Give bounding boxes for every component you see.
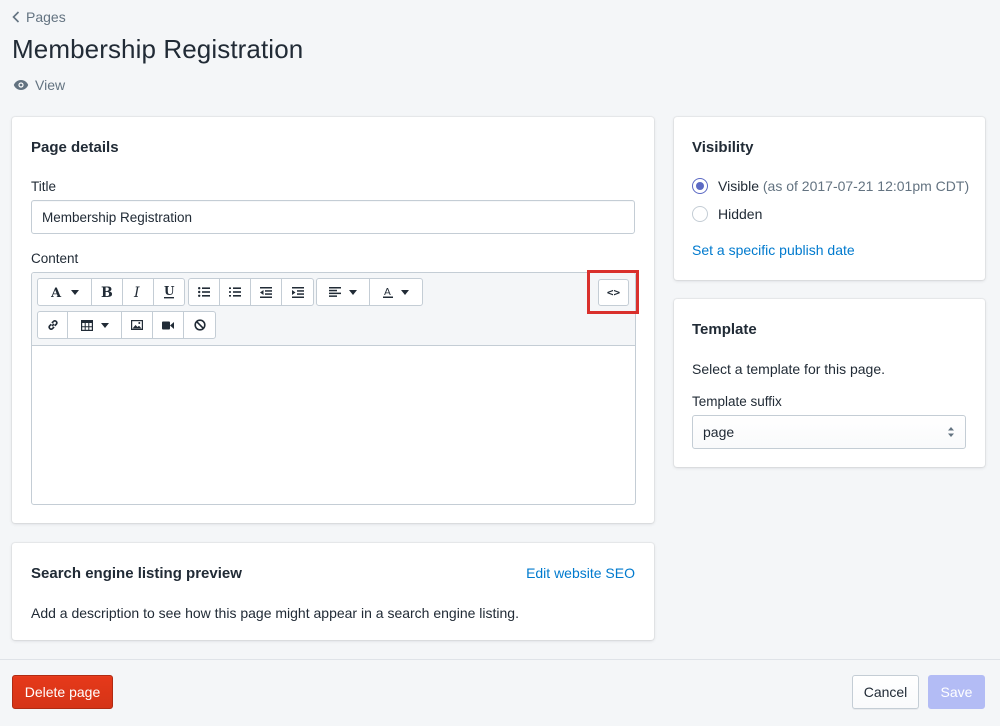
edit-seo-link[interactable]: Edit website SEO <box>526 565 635 581</box>
video-icon <box>162 321 174 329</box>
bold-button[interactable]: B <box>92 279 123 305</box>
link-icon <box>47 320 58 330</box>
bold-icon: B <box>101 285 113 299</box>
template-suffix-value: page <box>703 424 735 440</box>
italic-icon: I <box>133 285 140 299</box>
clear-format-icon <box>193 319 206 331</box>
outdent-button[interactable] <box>251 279 282 305</box>
toolbar-group-format: A B I U <box>37 278 185 306</box>
visibility-heading: Visibility <box>692 139 754 156</box>
code-icon: <> <box>606 286 621 299</box>
italic-button[interactable]: I <box>123 279 154 305</box>
table-icon <box>80 319 93 331</box>
svg-text:U: U <box>164 285 175 298</box>
select-arrows-icon <box>948 427 954 437</box>
visible-radio-option[interactable]: Visible (as of 2017-07-21 12:01pm CDT) <box>692 178 969 194</box>
image-button[interactable] <box>122 312 153 338</box>
view-link[interactable]: View <box>13 77 65 93</box>
svg-text:A: A <box>384 287 391 298</box>
visible-label: Visible <box>718 178 759 194</box>
numbered-list-button[interactable] <box>220 279 251 305</box>
cancel-button[interactable]: Cancel <box>852 675 919 709</box>
view-label: View <box>35 77 66 93</box>
svg-text:I: I <box>133 285 140 299</box>
seo-card: Search engine listing preview Edit websi… <box>12 543 654 640</box>
underline-button[interactable]: U <box>154 279 184 305</box>
hidden-radio-option[interactable]: Hidden <box>692 206 762 222</box>
text-color-icon: A <box>383 287 393 298</box>
toolbar-group-lists <box>188 278 314 306</box>
rich-text-editor: A B I U A <box>31 272 636 505</box>
content-label: Content <box>31 251 79 266</box>
bulleted-list-button[interactable] <box>189 279 220 305</box>
underline-icon: U <box>164 285 175 299</box>
page-details-heading: Page details <box>31 139 119 156</box>
save-button[interactable]: Save <box>928 675 985 709</box>
toolbar-group-align: A <box>316 278 423 306</box>
align-icon <box>329 287 341 297</box>
font-style-button[interactable]: A <box>38 279 92 305</box>
title-input[interactable] <box>31 200 635 234</box>
visible-note: (as of 2017-07-21 12:01pm CDT) <box>762 178 970 194</box>
title-label: Title <box>31 179 57 194</box>
image-icon <box>131 320 143 330</box>
svg-text:A: A <box>51 286 62 298</box>
visible-radio[interactable] <box>692 178 708 194</box>
outdent-icon <box>260 286 272 298</box>
editor-toolbar: A B I U A <box>32 273 635 346</box>
video-button[interactable] <box>153 312 184 338</box>
breadcrumb-pages[interactable]: Pages <box>12 9 66 25</box>
table-button[interactable] <box>68 312 122 338</box>
toolbar-group-insert <box>37 311 216 339</box>
visibility-card: Visibility Visible (as of 2017-07-21 12:… <box>674 117 985 280</box>
hidden-label: Hidden <box>718 206 763 222</box>
html-toggle-button[interactable]: <> <box>598 279 629 306</box>
template-suffix-label: Template suffix <box>692 394 782 409</box>
seo-description: Add a description to see how this page m… <box>31 605 519 621</box>
publish-date-link[interactable]: Set a specific publish date <box>692 242 855 258</box>
template-card: Template Select a template for this page… <box>674 299 985 467</box>
hidden-radio[interactable] <box>692 206 708 222</box>
template-heading: Template <box>692 321 757 338</box>
indent-button[interactable] <box>282 279 313 305</box>
clear-format-button[interactable] <box>184 312 215 338</box>
breadcrumb-label: Pages <box>26 9 66 25</box>
indent-icon <box>291 286 304 298</box>
text-color-button[interactable]: A <box>370 279 422 305</box>
delete-page-button[interactable]: Delete page <box>12 675 113 709</box>
svg-text:B: B <box>101 285 113 299</box>
align-button[interactable] <box>317 279 370 305</box>
page-title: Membership Registration <box>12 34 304 64</box>
seo-heading: Search engine listing preview <box>31 565 242 582</box>
editor-content-area[interactable] <box>32 346 635 504</box>
footer-divider <box>0 659 1000 660</box>
link-button[interactable] <box>38 312 68 338</box>
eye-icon <box>13 80 29 90</box>
numbered-list-icon <box>229 287 241 297</box>
font-style-icon: A <box>51 286 62 298</box>
chevron-left-icon <box>12 11 20 23</box>
bulleted-list-icon <box>198 287 210 297</box>
template-suffix-select[interactable]: page <box>692 415 966 449</box>
template-description: Select a template for this page. <box>692 361 885 377</box>
page-details-card: Page details Title Content A B I U <box>12 117 654 523</box>
